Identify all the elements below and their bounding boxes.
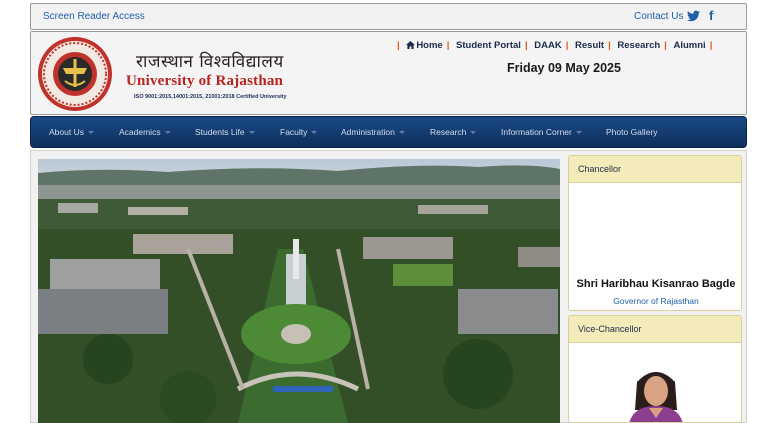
screen-reader-access-link[interactable]: Screen Reader Access [43,11,145,22]
chancellor-name: Shri Haribhau Kisanrao Bagde [576,278,736,290]
university-seal-logo[interactable] [37,36,113,112]
main-navigation: About Us Academics Students Life Faculty… [30,116,747,148]
nav-item-label: Academics [119,127,161,137]
nav-item-photo-gallery[interactable]: Photo Gallery [606,127,658,137]
quick-link-result[interactable]: Result [571,40,608,51]
chevron-down-icon [164,131,171,135]
quick-link-student-portal[interactable]: Student Portal [452,40,525,51]
nav-item-about-us[interactable]: About Us [49,127,94,137]
campus-aerial-photo[interactable] [38,159,560,423]
home-icon [406,41,416,49]
nav-item-label: Administration [341,127,395,137]
current-date: Friday 09 May 2025 [507,61,621,75]
facebook-icon[interactable]: f [709,8,713,23]
quick-link-research[interactable]: Research [613,40,664,51]
university-title-hindi: राजस्थान विश्वविद्यालय [136,52,284,72]
quick-links: | Home | Student Portal | DAAK | Result | Re… [397,40,713,51]
chevron-down-icon [248,131,255,135]
nav-item-label: Students Life [195,127,245,137]
nav-item-label: Photo Gallery [606,127,658,137]
nav-item-faculty[interactable]: Faculty [280,127,318,137]
chevron-down-icon [398,131,405,135]
vice-chancellor-card: Vice-Chancellor [568,315,742,423]
university-title-english: University of Rajasthan [126,73,284,89]
nav-item-academics[interactable]: Academics [119,127,171,137]
contact-us-link[interactable]: Contact Us [634,11,683,22]
nav-item-label: Research [430,127,467,137]
chevron-down-icon [470,131,477,135]
nav-item-label: About Us [49,127,84,137]
quick-link-home[interactable]: Home [402,40,446,51]
nav-item-label: Faculty [280,127,308,137]
nav-item-label: Information Corner [501,127,572,137]
nav-item-students-life[interactable]: Students Life [195,127,255,137]
chevron-down-icon [87,131,94,135]
vice-chancellor-photo [625,364,687,422]
top-utility-bar: Screen Reader Access Contact Us f [30,3,747,30]
quick-link-home-label: Home [416,40,443,51]
nav-item-administration[interactable]: Administration [341,127,405,137]
chancellor-designation[interactable]: Governor of Rajasthan [569,296,743,306]
iso-certification-text: ISO 9001:2015,14001:2015, 21001:2018 Cer… [134,94,287,100]
chevron-down-icon [311,131,318,135]
nav-item-information-corner[interactable]: Information Corner [501,127,582,137]
chancellor-heading: Chancellor [569,156,741,183]
site-header: राजस्थान विश्वविद्यालय University of Raj… [30,31,747,115]
twitter-icon[interactable] [687,10,700,22]
quick-link-daak[interactable]: DAAK [530,40,565,51]
vice-chancellor-heading: Vice-Chancellor [569,316,741,343]
nav-item-research[interactable]: Research [430,127,477,137]
chancellor-card: Chancellor Shri Haribhau Kisanrao Bagde … [568,155,742,311]
quick-link-alumni[interactable]: Alumni [669,40,709,51]
chevron-down-icon [575,131,582,135]
